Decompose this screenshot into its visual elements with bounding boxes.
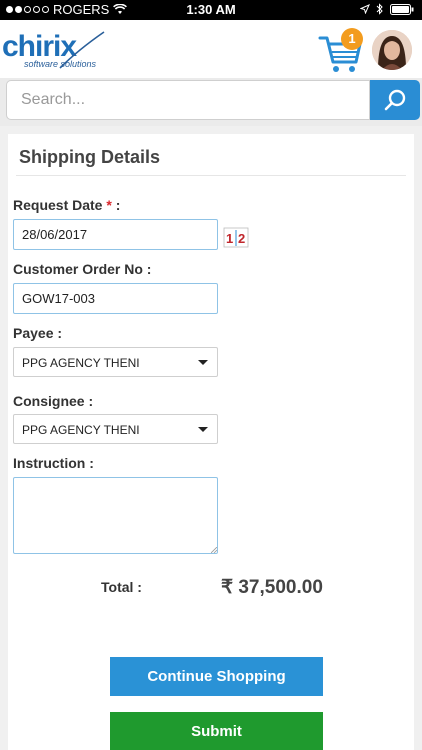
submit-button[interactable]: Submit (110, 712, 323, 750)
search-bar (0, 78, 422, 126)
total-label: Total : (101, 579, 142, 595)
app-header: chirix software solutions 1 (0, 20, 422, 78)
battery-icon (390, 3, 414, 15)
payee-label: Payee : (13, 325, 63, 341)
request-date-label-colon: : (115, 197, 121, 213)
search-icon (384, 89, 406, 111)
location-arrow-icon (360, 4, 370, 14)
calendar-picker-icon[interactable]: 1 2 (223, 226, 249, 248)
chevron-down-icon (198, 360, 208, 365)
chirix-logo[interactable]: chirix software solutions (2, 30, 112, 72)
chevron-down-icon (198, 427, 208, 432)
payee-selected-value: PPG AGENCY THENI (22, 356, 140, 370)
status-right (360, 3, 414, 15)
logo-tagline: software solutions (24, 59, 97, 69)
instruction-label: Instruction : (13, 455, 94, 471)
status-bar: ROGERS 1:30 AM (0, 0, 422, 20)
request-date-field[interactable] (13, 219, 218, 250)
customer-order-label: Customer Order No : (13, 261, 152, 277)
request-date-label: Request Date * : (13, 197, 120, 213)
consignee-select[interactable]: PPG AGENCY THENI (13, 414, 218, 444)
user-avatar[interactable] (372, 30, 412, 70)
total-amount: ₹ 37,500.00 (221, 577, 323, 598)
continue-shopping-button[interactable]: Continue Shopping (110, 657, 323, 696)
customer-order-field[interactable] (13, 283, 218, 314)
search-input[interactable] (6, 80, 370, 120)
request-date-label-text: Request Date (13, 197, 103, 213)
svg-text:2: 2 (238, 231, 245, 246)
consignee-selected-value: PPG AGENCY THENI (22, 423, 140, 437)
shipping-details-card: Shipping Details Request Date * : 1 2 Cu… (8, 134, 414, 750)
page-title: Shipping Details (19, 147, 161, 167)
consignee-label: Consignee : (13, 393, 94, 409)
svg-text:1: 1 (226, 231, 233, 246)
cart-count-badge: 1 (341, 28, 363, 50)
title-divider (16, 175, 406, 176)
payee-select[interactable]: PPG AGENCY THENI (13, 347, 218, 377)
resize-grip-icon[interactable] (211, 547, 217, 553)
required-asterisk: * (106, 197, 112, 213)
instruction-textarea[interactable] (13, 477, 218, 554)
avatar-image (372, 30, 412, 70)
bluetooth-icon (376, 3, 383, 15)
search-button[interactable] (370, 80, 420, 120)
clock: 1:30 AM (186, 2, 236, 17)
